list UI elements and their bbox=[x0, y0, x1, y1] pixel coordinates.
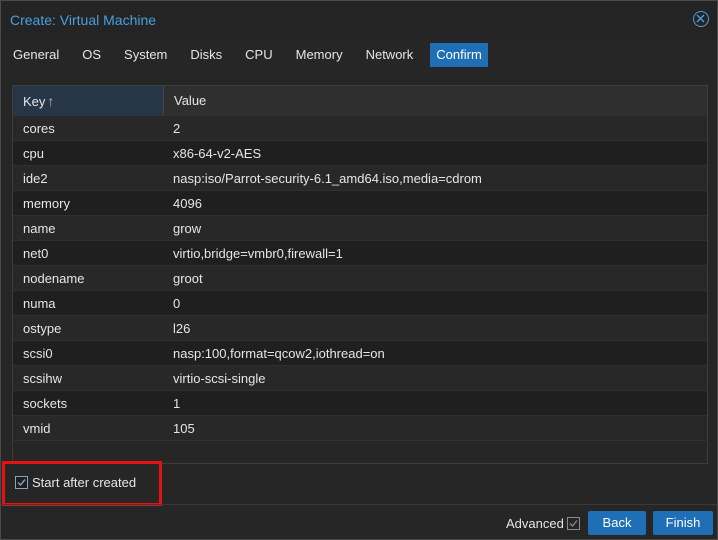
row-value: 2 bbox=[173, 121, 181, 136]
row-key: cpu bbox=[23, 146, 44, 161]
row-key: memory bbox=[23, 196, 70, 211]
row-value: x86-64-v2-AES bbox=[173, 146, 262, 161]
table-row[interactable]: memory 4096 bbox=[13, 191, 707, 216]
summary-grid: Key ↑ Value cores 2 cpu x86-64-v2-AES ide2 nas… bbox=[12, 85, 708, 464]
tab-cpu[interactable]: CPU bbox=[239, 43, 278, 67]
start-after-created-highlight: Start after created bbox=[2, 461, 162, 506]
back-button[interactable]: Back bbox=[588, 511, 646, 535]
table-row[interactable]: scsihw virtio-scsi-single bbox=[13, 366, 707, 391]
column-header-key[interactable]: Key ↑ bbox=[13, 86, 163, 116]
table-row[interactable]: vmid 105 bbox=[13, 416, 707, 441]
table-row[interactable]: net0 virtio,bridge=vmbr0,firewall=1 bbox=[13, 241, 707, 266]
tab-os[interactable]: OS bbox=[76, 43, 107, 67]
start-after-created-checkbox[interactable] bbox=[15, 476, 28, 489]
grid-header: Key ↑ Value bbox=[13, 86, 707, 117]
row-key: name bbox=[23, 221, 56, 236]
row-value: grow bbox=[173, 221, 202, 236]
wizard-tabs: General OS System Disks CPU Memory Netwo… bbox=[7, 43, 499, 67]
tab-disks[interactable]: Disks bbox=[184, 43, 228, 67]
row-key: net0 bbox=[23, 246, 49, 261]
row-key: scsihw bbox=[23, 371, 63, 386]
row-value: nasp:100,format=qcow2,iothread=on bbox=[173, 346, 385, 361]
row-value: 1 bbox=[173, 396, 181, 411]
row-value: virtio-scsi-single bbox=[173, 371, 266, 386]
row-key: ostype bbox=[23, 321, 62, 336]
row-value: 105 bbox=[173, 421, 195, 436]
dialog-title: Create: Virtual Machine bbox=[10, 12, 157, 28]
table-row[interactable]: cores 2 bbox=[13, 116, 707, 141]
table-row[interactable]: scsi0 nasp:100,format=qcow2,iothread=on bbox=[13, 341, 707, 366]
sort-ascending-icon: ↑ bbox=[47, 93, 55, 109]
grid-rows: cores 2 cpu x86-64-v2-AES ide2 nasp:iso/Parro… bbox=[13, 116, 707, 441]
create-vm-dialog: Create: Virtual Machine General OS Syste… bbox=[0, 0, 718, 540]
row-value: 4096 bbox=[173, 196, 202, 211]
advanced-checkbox[interactable] bbox=[567, 517, 580, 530]
row-key: cores bbox=[23, 121, 55, 136]
dialog-titlebar: Create: Virtual Machine bbox=[1, 1, 717, 39]
advanced-label[interactable]: Advanced bbox=[506, 516, 564, 531]
table-row[interactable]: cpu x86-64-v2-AES bbox=[13, 141, 707, 166]
footer-divider bbox=[1, 504, 717, 505]
tab-memory[interactable]: Memory bbox=[290, 43, 349, 67]
table-row[interactable]: nodename groot bbox=[13, 266, 707, 291]
row-value: 0 bbox=[173, 296, 181, 311]
row-value: l26 bbox=[173, 321, 191, 336]
row-value: virtio,bridge=vmbr0,firewall=1 bbox=[173, 246, 343, 261]
row-value: nasp:iso/Parrot-security-6.1_amd64.iso,m… bbox=[173, 171, 482, 186]
row-key: vmid bbox=[23, 421, 51, 436]
row-key: sockets bbox=[23, 396, 68, 411]
row-key: numa bbox=[23, 296, 56, 311]
row-key: scsi0 bbox=[23, 346, 53, 361]
close-icon[interactable] bbox=[693, 11, 709, 27]
finish-button[interactable]: Finish bbox=[653, 511, 713, 535]
table-row[interactable]: name grow bbox=[13, 216, 707, 241]
table-row[interactable]: sockets 1 bbox=[13, 391, 707, 416]
table-row[interactable]: ostype l26 bbox=[13, 316, 707, 341]
row-key: ide2 bbox=[23, 171, 48, 186]
row-key: nodename bbox=[23, 271, 85, 286]
row-value: groot bbox=[173, 271, 203, 286]
tab-general[interactable]: General bbox=[7, 43, 65, 67]
table-row[interactable]: ide2 nasp:iso/Parrot-security-6.1_amd64.i… bbox=[13, 166, 707, 191]
table-row[interactable]: numa 0 bbox=[13, 291, 707, 316]
start-after-created-label[interactable]: Start after created bbox=[32, 475, 136, 490]
tab-confirm[interactable]: Confirm bbox=[430, 43, 488, 67]
column-header-value[interactable]: Value bbox=[163, 86, 707, 116]
tab-network[interactable]: Network bbox=[360, 43, 420, 67]
tab-system[interactable]: System bbox=[118, 43, 173, 67]
